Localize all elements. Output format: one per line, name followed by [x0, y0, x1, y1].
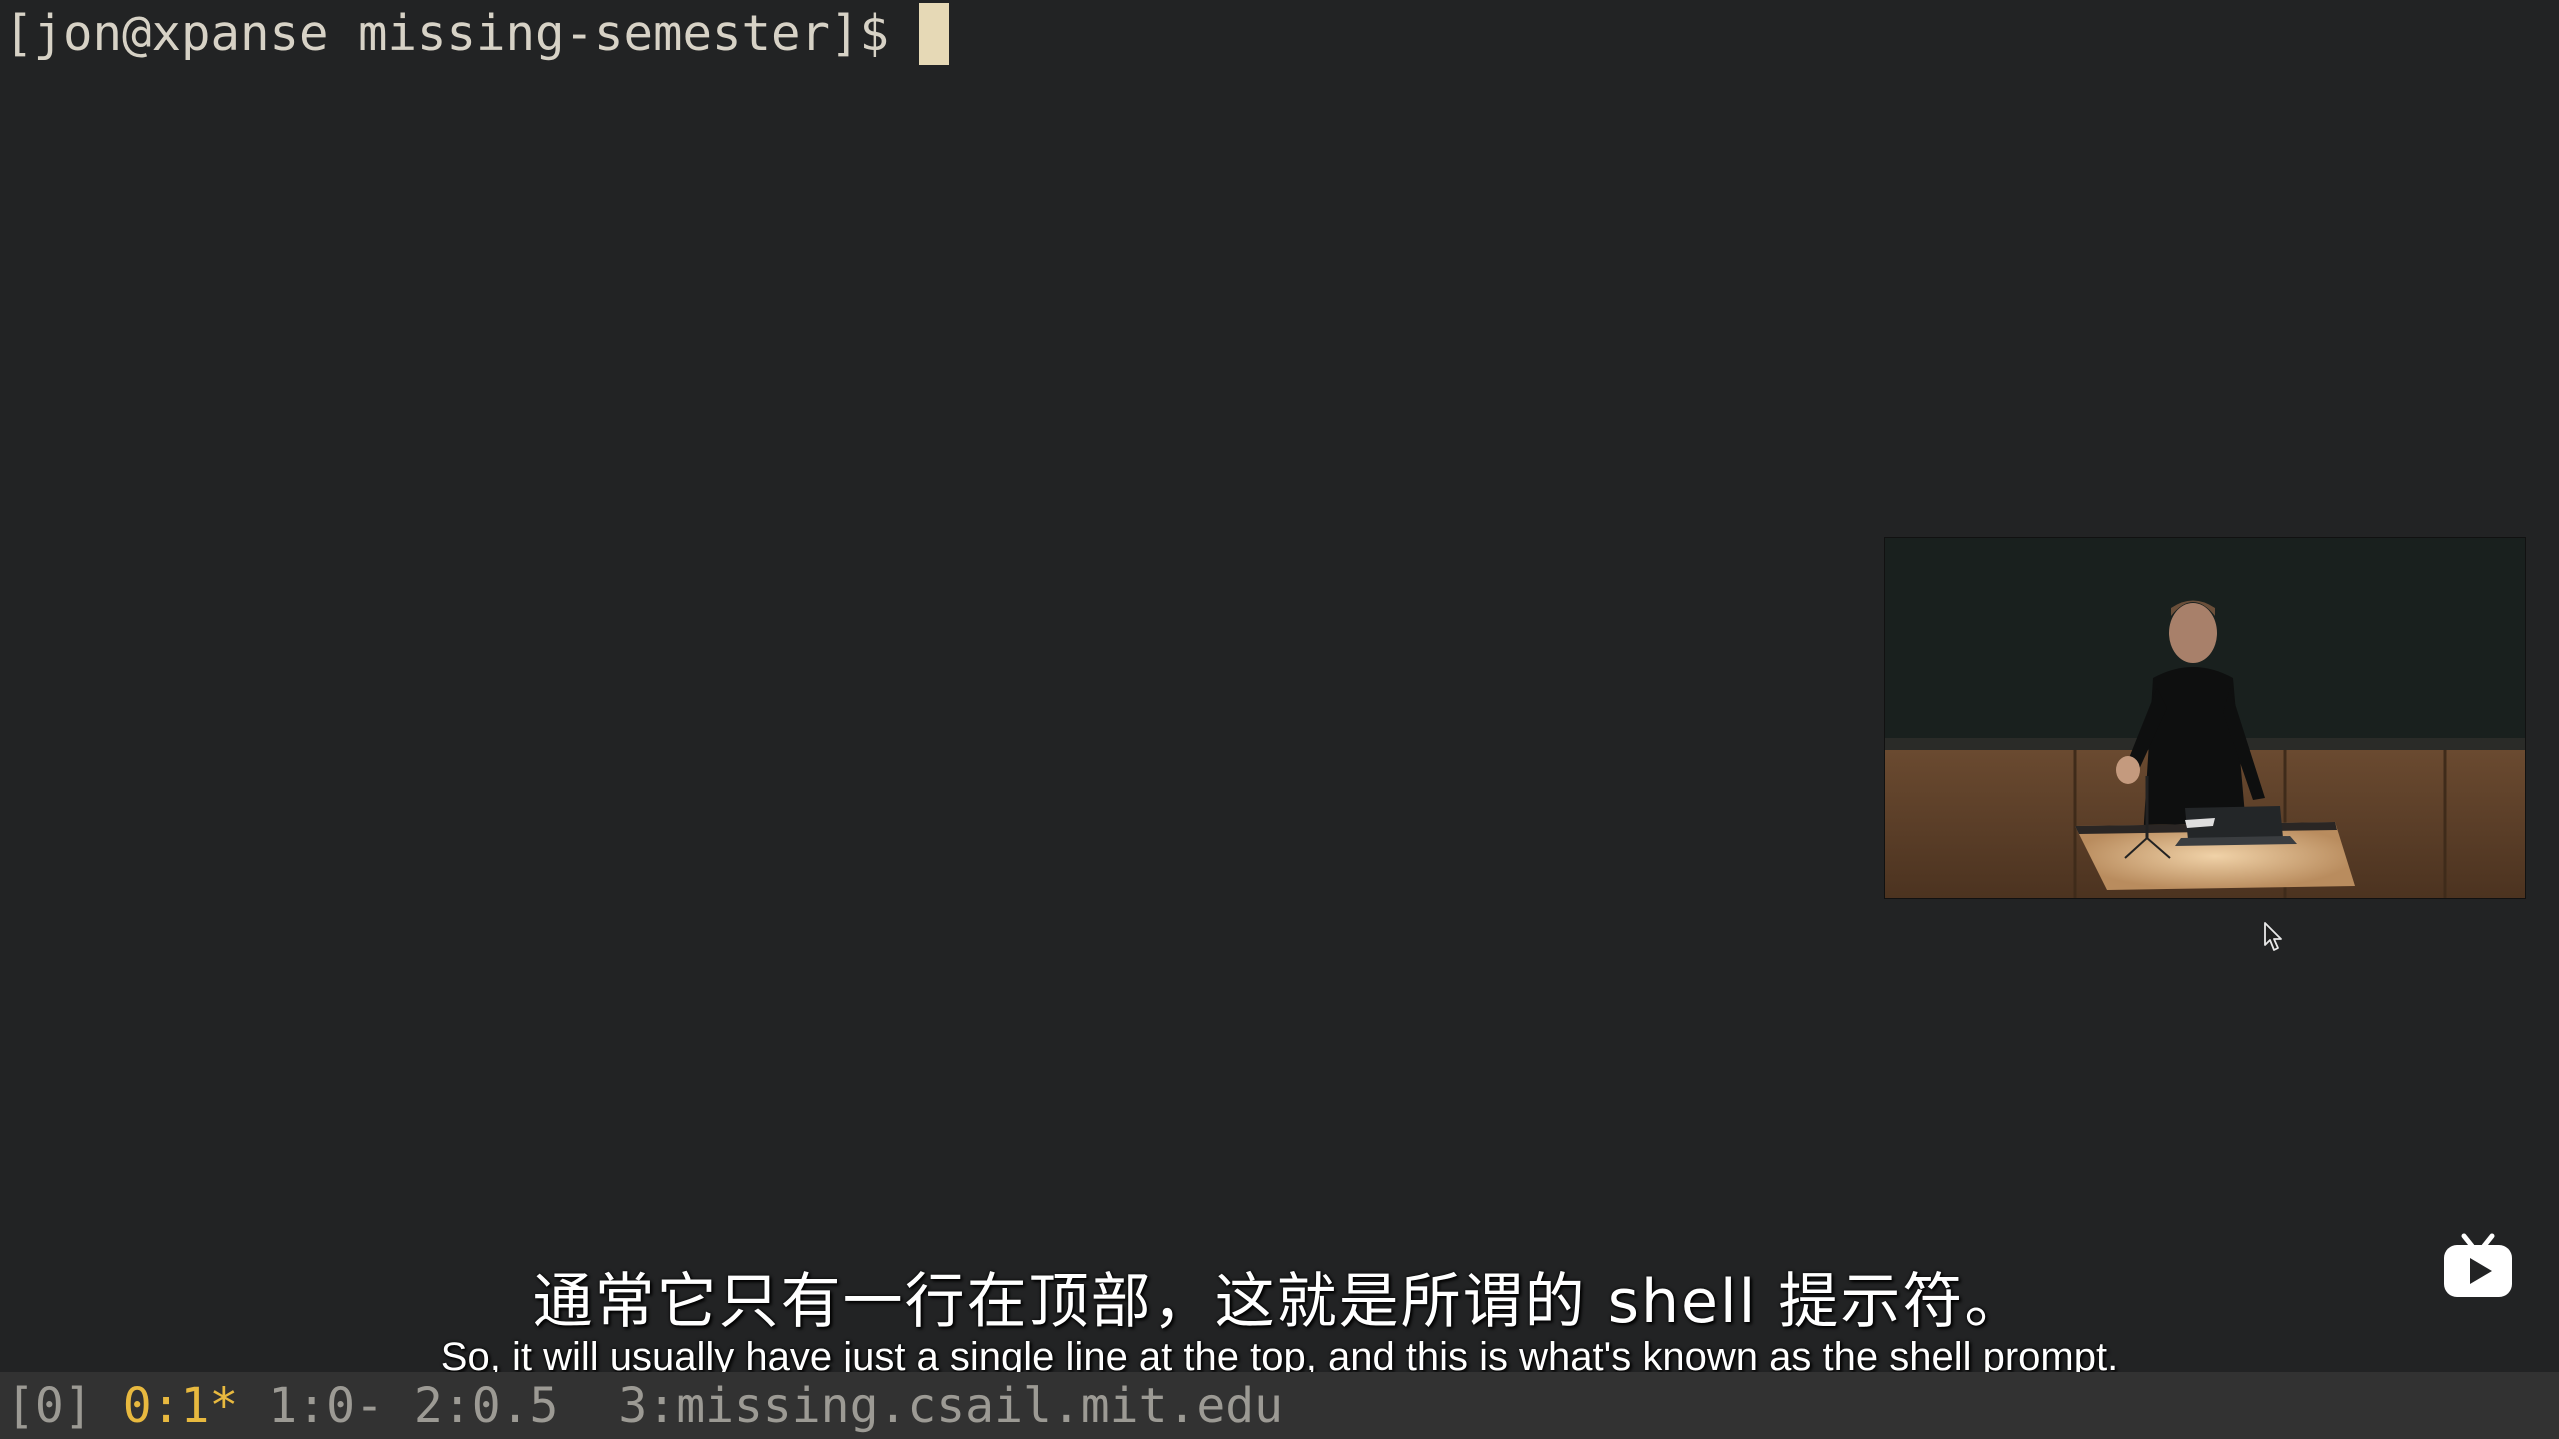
- subtitle-chinese: 通常它只有一行在顶部，这就是所谓的 shell 提示符。: [532, 1267, 2027, 1337]
- shell-prompt: [jon@xpanse missing-semester]$: [4, 5, 890, 62]
- shell-prompt-line: [jon@xpanse missing-semester]$: [4, 2, 950, 66]
- tmux-window[interactable]: 1:0-: [268, 1378, 384, 1434]
- tmux-window-active[interactable]: 0:1*: [123, 1378, 239, 1434]
- tmux-status-bar: [0] 0:1* 1:0- 2:0.5 3:missing.csail.mit.…: [0, 1372, 2559, 1439]
- tmux-window[interactable]: 3:missing.csail.mit.edu: [618, 1378, 1283, 1434]
- mouse-pointer-icon: [2264, 922, 2282, 951]
- subtitles: 通常它只有一行在顶部，这就是所谓的 shell 提示符。 So, it will…: [0, 1262, 2559, 1380]
- tmux-window[interactable]: 2:0.5: [414, 1378, 559, 1434]
- tmux-session-label: [0]: [6, 1377, 93, 1434]
- lecturer-video-thumbnail: [1885, 538, 2525, 898]
- text-cursor: [919, 3, 950, 65]
- terminal-window[interactable]: [jon@xpanse missing-semester]$ 通常它只有一行在顶…: [0, 0, 2559, 1379]
